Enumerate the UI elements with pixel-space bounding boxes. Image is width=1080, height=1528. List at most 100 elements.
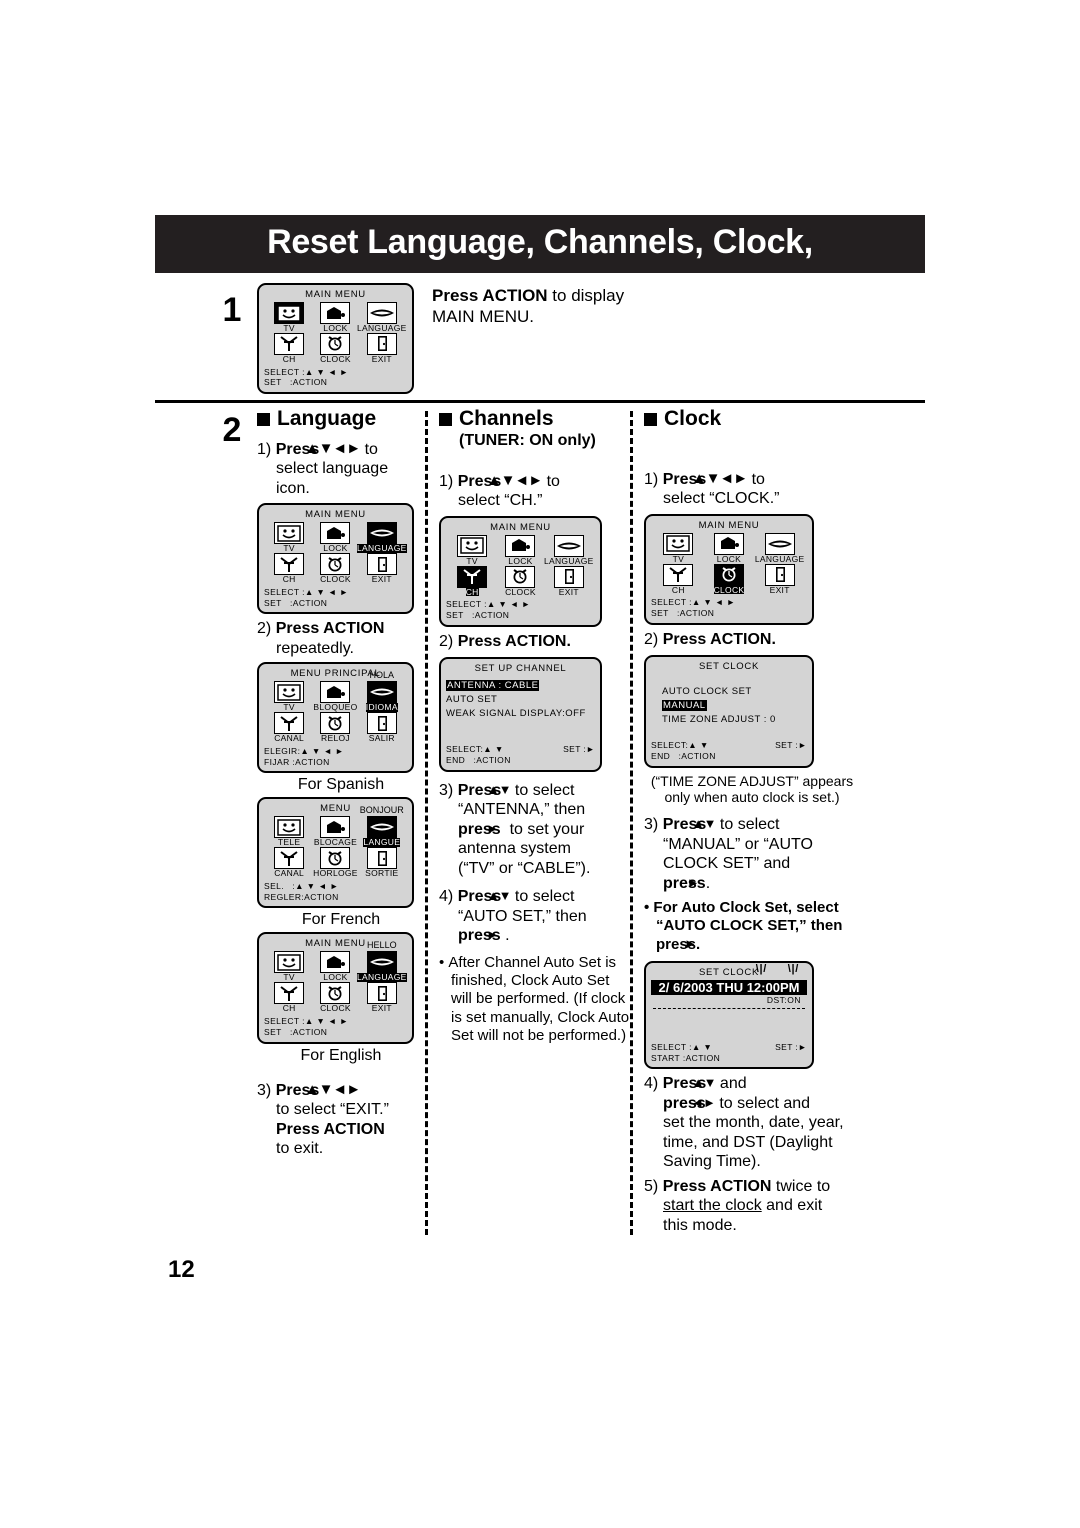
osd-cell-language[interactable]: LANGUAGE: [755, 532, 804, 564]
osd-foot-set: REGLER: [264, 891, 302, 902]
osd-cell-lock[interactable]: BLOQUEO: [312, 681, 358, 712]
lock-icon: [505, 534, 536, 557]
list-number: 2): [257, 620, 272, 638]
osd-cell-ch[interactable]: CH: [655, 563, 701, 595]
text-rest: to select: [510, 781, 575, 799]
clk-bullet-note: • For Auto Clock Set, select “AUTO CLOCK…: [644, 899, 843, 953]
osd-cell-label: CH: [465, 586, 479, 597]
osd-cell-tv[interactable]: TV: [449, 534, 495, 566]
osd-cell-ch[interactable]: CH: [266, 982, 312, 1013]
text-rest: twice to: [771, 1177, 831, 1195]
osd-cell-language[interactable]: HOLA IDIOMA: [359, 670, 405, 713]
osd-foot-action: :ACTION: [290, 597, 328, 608]
osd-cell-clock[interactable]: CLOCK: [497, 565, 543, 597]
osd-cell-lock[interactable]: LOCK: [706, 532, 752, 564]
osd-foot-set: SET: [651, 608, 669, 619]
osd-cell-ch[interactable]: CH: [266, 553, 312, 584]
antenna-icon: [274, 553, 305, 576]
osd-cell-exit[interactable]: EXIT: [359, 982, 405, 1013]
osd-main-menu-french: MENU TELE BLOCAGE BONJOUR LANGUE CANAL H…: [257, 797, 414, 909]
osd-cell-exit[interactable]: EXIT: [757, 563, 803, 595]
bullet-square-icon: [439, 413, 452, 427]
osd-foot-select: SELECT :: [651, 1042, 692, 1053]
osd-cell-ch[interactable]: CANAL: [266, 712, 312, 743]
bullet-square-icon: [257, 413, 270, 427]
osd-icon-grid: TV LOCK LANGUAGE CH CLOCK EXIT: [266, 302, 406, 364]
text-line2: select “CLOCK.”: [663, 490, 780, 508]
osd-cell-ch[interactable]: CH: [449, 565, 495, 597]
page-banner: Reset Language, Channels, Clock,: [155, 215, 925, 273]
osd-clock-value[interactable]: 2/ 6/2003 THU 12:00PM: [651, 980, 807, 996]
osd-option-row[interactable]: AUTO CLOCK SET: [662, 685, 807, 699]
osd-cell-language[interactable]: LANGUAGE: [357, 302, 406, 333]
lock-icon: [320, 681, 351, 704]
osd-foot-arrows: ▲ ▼ ◄ ►: [300, 746, 344, 757]
osd-cell-lock[interactable]: LOCK: [312, 522, 358, 553]
osd-cell-ch[interactable]: CANAL: [266, 847, 312, 878]
osd-cell-clock[interactable]: CLOCK: [312, 553, 358, 584]
osd-foot-select: SELECT :: [264, 587, 305, 597]
osd-option-row[interactable]: WEAK SIGNAL DISPLAY:OFF: [446, 707, 595, 721]
osd-cell-tv[interactable]: TV: [266, 302, 312, 333]
osd-cell-lock[interactable]: LOCK: [312, 951, 358, 982]
osd-cell-clock[interactable]: CLOCK: [312, 982, 358, 1013]
osd-cell-ch[interactable]: CH: [266, 332, 312, 364]
osd-cell-exit[interactable]: EXIT: [359, 553, 405, 584]
osd-option-row[interactable]: MANUAL: [662, 699, 807, 713]
osd-cell-tv[interactable]: TELE: [266, 816, 312, 847]
osd-cell-label: SORTIE: [365, 868, 399, 879]
exit-door-icon: [764, 563, 795, 586]
osd-option-row[interactable]: ANTENNA : CABLE: [446, 679, 595, 693]
list-number: 4): [644, 1075, 659, 1093]
osd-foot-select: SELECT :: [651, 597, 692, 608]
osd-cell-exit[interactable]: SORTIE: [359, 847, 405, 878]
osd-cell-label: RELOJ: [321, 733, 350, 744]
osd-cell-lock[interactable]: LOCK: [312, 302, 358, 333]
list-number: 1): [439, 472, 454, 490]
osd-cell-tv[interactable]: TV: [266, 681, 312, 712]
osd-cell-clock[interactable]: CLOCK: [312, 332, 358, 364]
osd-foot-set-arrow: SET :►: [563, 744, 595, 755]
osd-cell-language[interactable]: LANGUAGE: [357, 522, 407, 554]
osd-cell-tv[interactable]: TV: [266, 951, 312, 982]
osd-cell-lock[interactable]: BLOCAGE: [312, 816, 358, 847]
osd-cell-label: LOCK: [508, 555, 533, 566]
antenna-icon: [457, 565, 488, 588]
osd-option-manual: MANUAL: [662, 700, 707, 712]
osd-cell-clock[interactable]: CLOCK: [706, 563, 752, 595]
osd-title: MAIN MENU: [305, 509, 366, 521]
osd-footer: ELEGIR:▲ ▼ ◄ ► FIJAR :ACTION: [264, 746, 407, 767]
text-rest2: .: [705, 874, 711, 892]
osd-cell-label: TV: [672, 553, 685, 564]
list-number: 3): [644, 816, 659, 834]
exit-door-icon: [366, 712, 397, 735]
osd-cell-language[interactable]: BONJOUR LANGUE: [359, 805, 405, 848]
osd-foot-set: SET: [446, 610, 464, 621]
osd-cell-tv[interactable]: TV: [655, 532, 701, 564]
osd-option-row[interactable]: TIME ZONE ADJUST : 0: [662, 713, 807, 727]
osd-cell-exit[interactable]: EXIT: [359, 332, 405, 364]
antenna-icon: [274, 982, 305, 1005]
osd-cell-exit[interactable]: EXIT: [546, 565, 592, 597]
osd-cell-tv[interactable]: TV: [266, 522, 312, 553]
osd-foot-arrows: ▲ ▼ ◄ ►: [691, 597, 736, 608]
osd-cell-clock[interactable]: HORLOGE: [312, 847, 358, 878]
osd-greeting: HELLO: [367, 940, 397, 951]
osd-cell-label: CH: [282, 574, 296, 585]
text-rest2: to select and: [714, 1094, 811, 1112]
osd-cell-lock[interactable]: LOCK: [497, 534, 543, 566]
osd-cell-language[interactable]: LANGUAGE: [544, 534, 593, 566]
osd-footer: SELECT :▲ ▼ SET :► START :ACTION: [651, 1042, 807, 1063]
clk-step-1-text: 1) Press ▲▼◄► to select “CLOCK.”: [644, 470, 860, 509]
list-number: 5): [644, 1177, 659, 1195]
osd-cell-exit[interactable]: SALIR: [359, 712, 405, 743]
osd-cell-language[interactable]: HELLO LANGUAGE: [357, 940, 407, 983]
tv-icon: [274, 302, 305, 324]
osd-cell-label: CH: [282, 353, 296, 364]
text-line2: repeatedly.: [276, 639, 354, 657]
clock-icon: [320, 847, 351, 870]
ch-bullet-note: • After Channel Auto Set is finished, Cl…: [439, 954, 630, 1045]
column-language: Language 1) Press ▲▼◄► to select languag…: [215, 407, 425, 1235]
osd-cell-clock[interactable]: RELOJ: [312, 712, 358, 743]
osd-option-row[interactable]: AUTO SET: [446, 693, 595, 707]
